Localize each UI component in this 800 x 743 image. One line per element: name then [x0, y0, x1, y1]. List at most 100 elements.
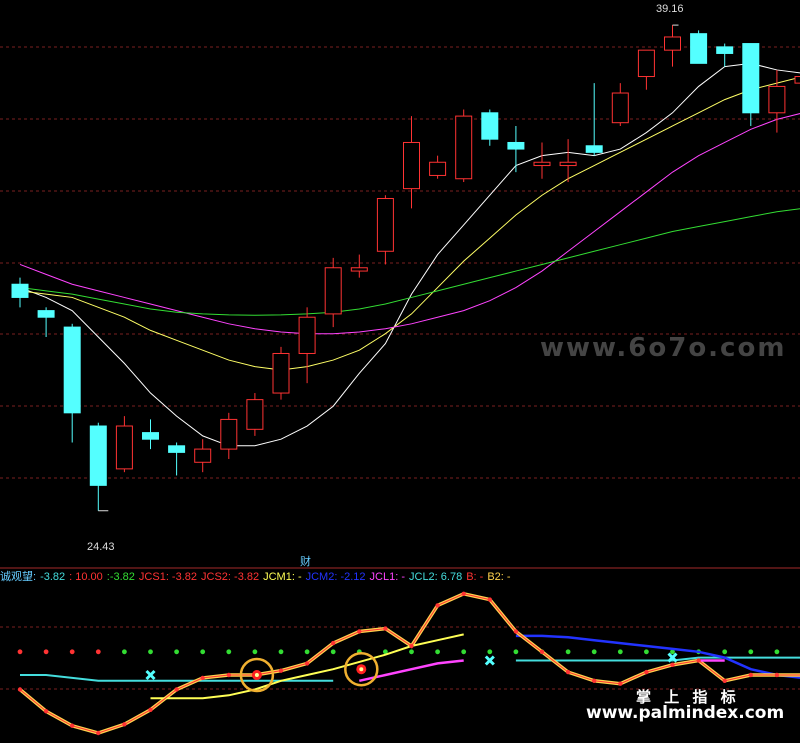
series-jcl2: [515, 656, 800, 662]
ma-line-1: [19, 76, 800, 371]
candle: [507, 125, 525, 173]
candle: [115, 416, 133, 473]
candle-body: [742, 43, 760, 114]
legend-item: JCL1: -: [369, 571, 405, 583]
level-dot: [513, 649, 519, 655]
candle: [298, 307, 316, 384]
candle-body: [611, 92, 629, 124]
candle-body: [220, 418, 238, 450]
candle: [168, 442, 186, 476]
legend-item: : 10.00: [69, 571, 103, 583]
candle: [37, 307, 55, 337]
level-dot: [330, 649, 336, 655]
legend-item: JCM2: -2.12: [305, 571, 366, 583]
candle-body: [142, 432, 159, 440]
candle: [324, 257, 342, 328]
candle-body: [768, 85, 786, 114]
legend-item: JCL2: 6.78: [409, 571, 463, 583]
candle: [429, 155, 447, 179]
watermark-6o7o: www.6o7o.com: [540, 333, 787, 363]
sub-panel-label: 财: [300, 556, 311, 568]
candle-body: [690, 33, 708, 64]
jcs1-point: [644, 669, 649, 675]
candle: [455, 109, 473, 183]
candle: [533, 142, 551, 179]
candle: [794, 76, 800, 84]
candle-body: [664, 36, 681, 51]
candle-body: [533, 161, 551, 167]
candle-body: [63, 326, 81, 414]
legend-item: JCM1: -: [263, 571, 302, 583]
candle: [63, 323, 81, 443]
level-dot: [722, 649, 728, 655]
jcs1-point: [722, 678, 727, 683]
level-dot: [17, 649, 23, 655]
jcs1-point: [539, 649, 545, 654]
candle-body: [637, 49, 655, 78]
jcs1-point: [748, 672, 753, 678]
level-dot: [565, 649, 571, 655]
candle: [637, 49, 655, 90]
jcs1-point: [17, 687, 23, 692]
jcs1-point: [148, 707, 153, 712]
candle-body: [585, 145, 603, 153]
legend-item: JCS2: -3.82: [201, 571, 260, 583]
stock-chart: [0, 24, 800, 736]
jcs1-point: [226, 672, 231, 678]
candle-body: [507, 141, 525, 150]
candle: [742, 43, 760, 126]
legend-item: :-3.82: [106, 571, 135, 583]
highlight-core: [359, 667, 364, 672]
candle: [481, 109, 499, 146]
candle-body: [455, 115, 473, 180]
legend-item: JCS1: -3.82: [138, 571, 198, 583]
candle: [142, 419, 159, 450]
candle-body: [89, 425, 107, 486]
level-dot: [591, 649, 597, 655]
candle: [194, 439, 212, 473]
jcs1-point: [200, 675, 205, 681]
moving-average-layer: [19, 62, 800, 447]
level-dot: [174, 649, 180, 655]
watermark-palmindex: www.palmindex.com: [586, 703, 785, 723]
candle-body: [11, 283, 29, 298]
candle: [350, 254, 368, 278]
level-dot: [461, 649, 467, 655]
candle-body: [376, 198, 394, 252]
jcs1-point: [618, 681, 623, 686]
candle: [690, 30, 708, 64]
legend-item: B2: -: [487, 571, 511, 583]
candle: [664, 25, 681, 67]
level-dot: [252, 649, 258, 655]
candle: [403, 116, 420, 209]
level-dot: [69, 649, 75, 655]
jcs1-point: [565, 669, 571, 675]
chart-stage: 39.16 24.43 财 诚观望: -3.82: 10.00:-3.82 JCS1…: [0, 0, 800, 738]
legend-item: B: -: [466, 571, 484, 583]
candlestick-layer: [11, 25, 800, 511]
jcs1-point: [122, 722, 127, 727]
level-dot: [644, 649, 649, 655]
candle: [716, 43, 734, 67]
candle-body: [481, 112, 499, 140]
indicator-legend: 诚观望: -3.82: 10.00:-3.82 JCS1: -3.82 JCS2: -…: [0, 569, 800, 585]
level-dot: [409, 649, 414, 655]
jcs1-point: [592, 678, 597, 683]
level-dot: [122, 649, 127, 655]
jcs1-point: [435, 603, 440, 608]
level-dot: [774, 649, 780, 655]
jcs1-point: [461, 591, 466, 596]
jcs1-point: [331, 640, 336, 646]
highlight-core: [254, 673, 259, 677]
level-dot: [43, 649, 49, 655]
jcs1-point: [696, 658, 701, 663]
candle-body: [194, 448, 212, 463]
jcs1-point: [357, 629, 362, 634]
candle-body: [246, 399, 264, 430]
candle: [376, 195, 394, 265]
jcs1-point: [670, 662, 675, 668]
grid-layer: [0, 46, 800, 690]
candle-body: [716, 46, 734, 54]
jcs1-point: [774, 672, 780, 678]
jcs1-point: [96, 730, 101, 736]
